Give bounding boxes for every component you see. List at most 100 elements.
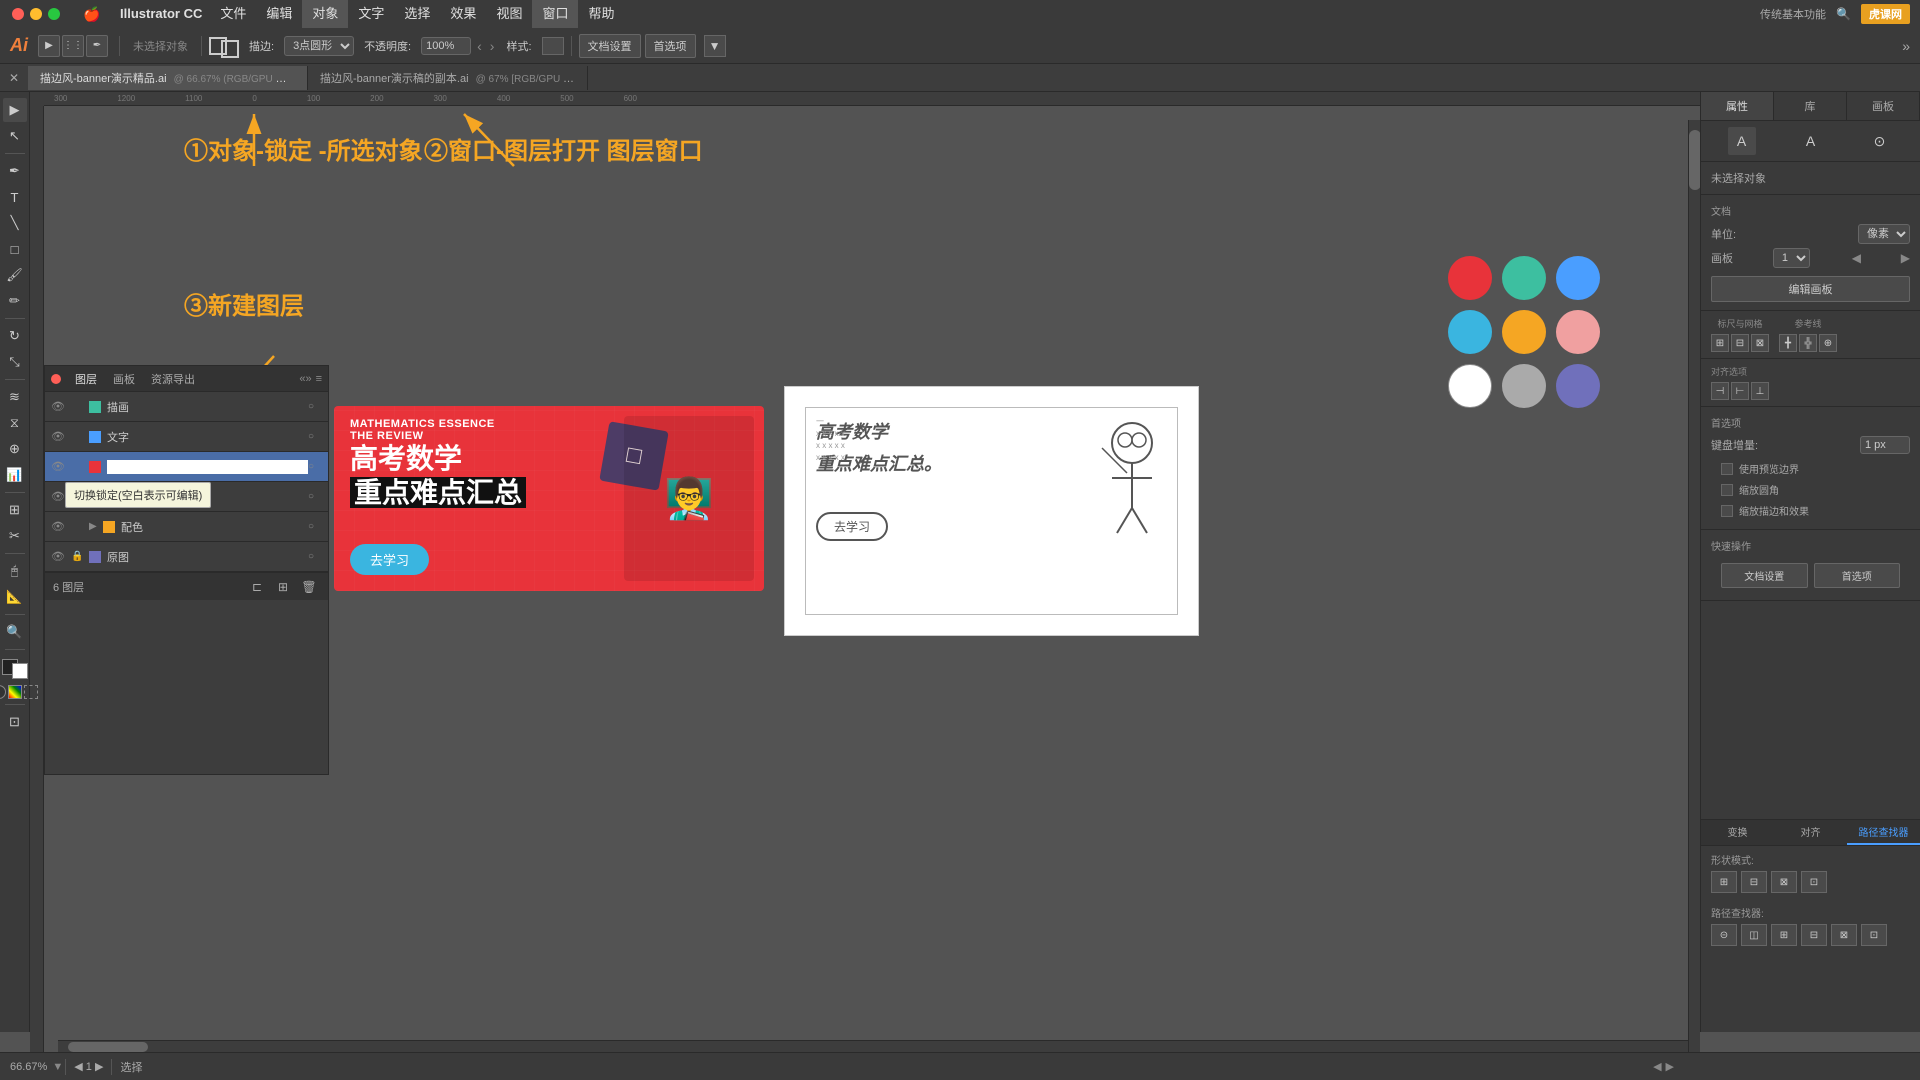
rp-btab-transform[interactable]: 变换	[1701, 820, 1774, 845]
scrollbar-bottom[interactable]	[58, 1040, 1688, 1052]
style-swatch[interactable]	[542, 37, 564, 55]
new-layer-btn[interactable]: ⊞	[274, 578, 292, 596]
layer-6-target[interactable]: ○	[308, 551, 322, 562]
po-divide[interactable]: ⊝	[1711, 924, 1737, 946]
layer-5-visibility[interactable]: 👁	[51, 520, 67, 533]
pen-tool[interactable]: ✒	[3, 159, 27, 183]
rp-unit-select[interactable]: 像素	[1858, 224, 1910, 244]
pf-minus-front[interactable]: ⊟	[1741, 871, 1767, 893]
po-crop[interactable]: ⊟	[1801, 924, 1827, 946]
zoom-tool[interactable]: 🔍	[3, 620, 27, 644]
guide-btn-3[interactable]: ⊕	[1819, 334, 1837, 352]
search-icon[interactable]: 🔍	[1836, 7, 1851, 21]
rp-preview-bounds-check[interactable]	[1721, 463, 1733, 475]
stroke-swatch[interactable]	[221, 40, 239, 58]
direct-select-tool[interactable]: ↖	[3, 124, 27, 148]
tab-1[interactable]: 描边风-banner演示精品.ai @ 66.67% (RGB/GPU 预览) …	[28, 66, 308, 90]
pf-unite[interactable]: ⊞	[1711, 871, 1737, 893]
rp-scale-strokes-check[interactable]	[1721, 505, 1733, 517]
po-minus-back[interactable]: ⊡	[1861, 924, 1887, 946]
rp-doc-settings-quick[interactable]: 文档设置	[1721, 563, 1808, 588]
menu-file[interactable]: 文件	[210, 0, 256, 28]
menu-select[interactable]: 选择	[394, 0, 440, 28]
layer-row-5[interactable]: 👁 ▶ 配色 ○	[45, 512, 328, 542]
panel-expand-right[interactable]: »	[1902, 38, 1910, 54]
layer-5-target[interactable]: ○	[308, 521, 322, 532]
eyedropper-tool[interactable]: 🖰	[3, 559, 27, 583]
opacity-increase[interactable]: ›	[488, 38, 497, 54]
rp-scale-corners-check[interactable]	[1721, 484, 1733, 496]
layer-4-target[interactable]: ○	[308, 491, 322, 502]
po-merge[interactable]: ⊞	[1771, 924, 1797, 946]
layer-2-visibility[interactable]: 👁	[51, 430, 67, 443]
apple-menu[interactable]: 🍎	[72, 6, 112, 23]
rp-tab-library[interactable]: 库	[1774, 92, 1847, 120]
artboard-nav-left[interactable]: ◀	[1852, 251, 1861, 265]
layers-tab-layers[interactable]: 图层	[67, 367, 105, 391]
fullscreen-button[interactable]	[48, 8, 60, 20]
po-trim[interactable]: ◫	[1741, 924, 1767, 946]
more-btn[interactable]: ▼	[704, 35, 726, 57]
layer-3-name-input[interactable]	[107, 460, 308, 474]
close-button[interactable]	[12, 8, 24, 20]
new-sublayer-btn[interactable]: ⊏	[248, 578, 266, 596]
tool-icon-2[interactable]: ⋮⋮	[62, 35, 84, 57]
menu-view[interactable]: 视图	[486, 0, 532, 28]
slice-tool[interactable]: ✂	[3, 524, 27, 548]
line-tool[interactable]: ╲	[3, 211, 27, 235]
layers-tab-artboard[interactable]: 画板	[105, 367, 143, 391]
opacity-decrease[interactable]: ‹	[475, 38, 484, 54]
guide-btn-1[interactable]: ╋	[1779, 334, 1797, 352]
layer-5-expand[interactable]: ▶	[89, 521, 101, 532]
type-tool[interactable]: T	[3, 185, 27, 209]
rotate-tool[interactable]: ↻	[3, 324, 27, 348]
stroke-color[interactable]	[12, 663, 28, 679]
zoom-arrow-down[interactable]: ▼	[52, 1061, 63, 1073]
select-tool[interactable]: ▶	[3, 98, 27, 122]
rp-icon-2[interactable]: A	[1797, 127, 1825, 155]
align-center-h[interactable]: ⊢	[1731, 382, 1749, 400]
stroke-select[interactable]: 3点圆形	[284, 36, 354, 56]
playback-prev[interactable]: ◀	[1653, 1060, 1661, 1073]
align-right[interactable]: ⊥	[1751, 382, 1769, 400]
layers-tab-export[interactable]: 资源导出	[143, 367, 203, 391]
gradient-mode[interactable]	[8, 685, 22, 699]
tab-close-all[interactable]: ✕	[0, 64, 28, 92]
color-mode[interactable]	[0, 685, 6, 699]
artboard-nav-prev[interactable]: ◀	[74, 1061, 82, 1073]
layer-6-visibility[interactable]: 👁	[51, 550, 67, 563]
edit-artboard-btn[interactable]: 编辑画板	[1711, 276, 1910, 302]
doc-settings-btn[interactable]: 文档设置	[579, 34, 641, 58]
pf-intersect[interactable]: ⊠	[1771, 871, 1797, 893]
layer-row-2[interactable]: 👁 文字 ○	[45, 422, 328, 452]
rp-btab-pathfinder[interactable]: 路径查找器	[1847, 820, 1920, 845]
tool-icon-1[interactable]: ▶	[38, 35, 60, 57]
minimize-button[interactable]	[30, 8, 42, 20]
rp-artboard-select[interactable]: 1	[1773, 248, 1810, 268]
banner-button[interactable]: 去学习	[350, 544, 429, 575]
rp-icon-3[interactable]: ⊙	[1866, 127, 1894, 155]
playback-play[interactable]: ▶	[1666, 1060, 1674, 1073]
grid-toggle[interactable]: ⊟	[1731, 334, 1749, 352]
guide-btn-2[interactable]: ╬	[1799, 334, 1817, 352]
artboard-nav-right[interactable]: ▶	[1901, 251, 1910, 265]
layer-3-visibility[interactable]: 👁	[51, 460, 67, 473]
layer-1-visibility[interactable]: 👁	[51, 400, 67, 413]
rp-btab-align[interactable]: 对齐	[1774, 820, 1847, 845]
rulers-toggle[interactable]: ⊞	[1711, 334, 1729, 352]
layers-menu[interactable]: ≡	[316, 373, 322, 385]
warp-tool[interactable]: ≋	[3, 385, 27, 409]
layer-row-6[interactable]: 👁 🔒 原图 ○	[45, 542, 328, 572]
layers-close[interactable]	[51, 374, 61, 384]
zoom-value[interactable]: 66.67%	[10, 1061, 47, 1073]
blend-tool[interactable]: ⧖	[3, 411, 27, 435]
pencil-tool[interactable]: ✏	[3, 289, 27, 313]
change-screen-mode[interactable]: ⊡	[3, 710, 27, 734]
rp-tab-artboards[interactable]: 画板	[1847, 92, 1920, 120]
column-chart-tool[interactable]: 📊	[3, 463, 27, 487]
measure-tool[interactable]: 📐	[3, 585, 27, 609]
scale-tool[interactable]: ⤡	[3, 350, 27, 374]
menu-text[interactable]: 文字	[348, 0, 394, 28]
branding-site[interactable]: 虎课网	[1861, 4, 1910, 24]
snap-toggle[interactable]: ⊠	[1751, 334, 1769, 352]
